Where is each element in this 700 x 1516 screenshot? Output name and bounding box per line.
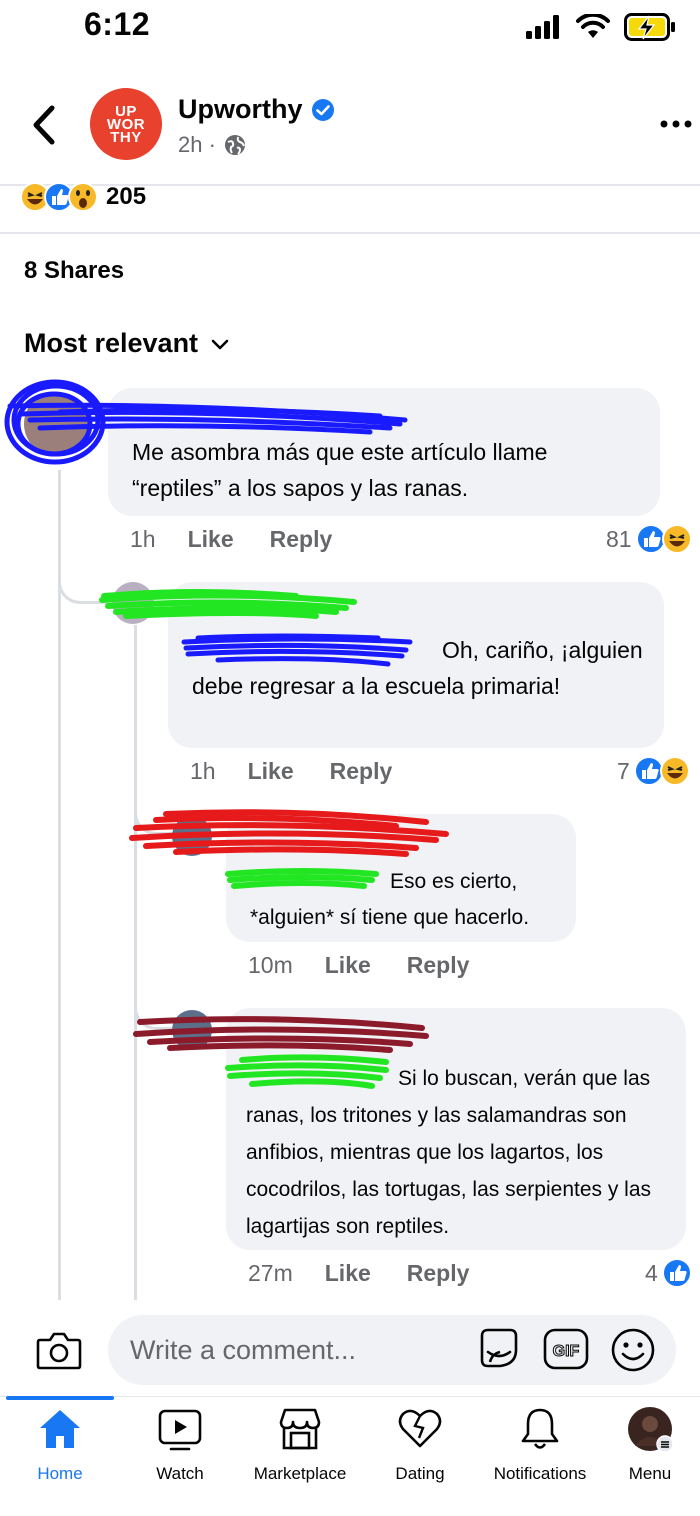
nav-label: Marketplace <box>253 1464 347 1483</box>
name-redaction-scribble <box>133 1016 429 1053</box>
thread-line <box>58 470 61 1300</box>
wifi-icon <box>576 14 610 38</box>
nav-label: Menu <box>628 1464 672 1483</box>
logo-text-line: THY <box>110 128 142 146</box>
like-reaction-icon <box>661 1258 692 1288</box>
post-age: 2h · <box>178 132 216 157</box>
nav-watch[interactable]: Watch <box>120 1406 240 1484</box>
gif-icon[interactable]: GIF <box>543 1328 589 1370</box>
marketplace-store-icon <box>279 1408 321 1450</box>
back-arrow-icon[interactable] <box>28 104 60 146</box>
dating-heart-icon <box>398 1409 442 1448</box>
svg-text:GIF: GIF <box>553 1343 580 1360</box>
comment-time: 1h <box>130 526 156 552</box>
comment-actions: 1h Like Reply <box>130 526 368 553</box>
more-options-icon[interactable] <box>660 118 692 130</box>
comment-time: 10m <box>248 952 293 978</box>
cellular-signal-icon <box>526 15 559 39</box>
comment-input[interactable] <box>108 1315 676 1385</box>
nav-notifications[interactable]: Notifications <box>480 1406 600 1484</box>
emoji-icon[interactable] <box>610 1327 656 1373</box>
verified-badge-icon <box>311 98 334 121</box>
nav-label: Dating <box>395 1464 445 1483</box>
sticker-icon[interactable] <box>476 1326 522 1372</box>
mention-redaction-scribble <box>181 633 413 667</box>
nav-active-indicator <box>6 1396 114 1400</box>
nav-marketplace[interactable]: Marketplace <box>240 1406 360 1484</box>
shares-count[interactable]: 8 Shares <box>24 257 124 285</box>
status-icons <box>526 12 676 42</box>
mention-redaction-scribble <box>225 868 379 889</box>
comment-actions: 10m Like Reply <box>248 952 505 979</box>
like-button[interactable]: Like <box>325 1260 371 1287</box>
sort-label: Most relevant <box>24 328 199 358</box>
comment-reaction-count[interactable]: 4 <box>645 1258 692 1288</box>
page-name[interactable]: Upworthy <box>178 94 335 125</box>
thread-line <box>134 625 137 1300</box>
name-redaction-scribble <box>129 809 449 857</box>
nav-label: Notifications <box>493 1464 587 1483</box>
reply-button[interactable]: Reply <box>407 1260 470 1287</box>
reaction-count: 205 <box>106 183 147 210</box>
profile-menu-avatar-icon <box>628 1407 673 1452</box>
mention-redaction-scribble <box>225 1054 389 1089</box>
nav-menu[interactable]: Menu <box>600 1406 700 1484</box>
page-name-text: Upworthy <box>178 94 303 124</box>
haha-reaction-icon <box>661 524 692 554</box>
reply-button[interactable]: Reply <box>330 758 393 785</box>
wow-reaction-icon <box>68 182 98 212</box>
chevron-down-icon <box>211 339 229 349</box>
haha-reaction-icon <box>659 756 690 786</box>
globe-icon <box>224 135 245 155</box>
name-redaction-scribble <box>4 379 408 465</box>
nav-label: Home <box>37 1464 83 1483</box>
reactions-divider <box>0 232 700 234</box>
status-time: 6:12 <box>84 6 151 42</box>
bell-icon <box>521 1408 559 1449</box>
comment-actions: 27m Like Reply <box>248 1260 505 1287</box>
comment-actions: 1h Like Reply <box>190 758 428 785</box>
comment-reaction-count[interactable]: 81 <box>606 524 692 554</box>
like-button[interactable]: Like <box>325 952 371 979</box>
nav-home[interactable]: Home <box>0 1406 120 1484</box>
nav-label: Watch <box>156 1464 204 1483</box>
reaction-count: 4 <box>645 1259 658 1286</box>
comment-time: 1h <box>190 758 216 784</box>
home-icon <box>40 1410 80 1448</box>
battery-charging-icon <box>624 13 675 41</box>
watch-video-icon <box>158 1409 202 1451</box>
like-button[interactable]: Like <box>248 758 294 785</box>
nav-dating[interactable]: Dating <box>360 1406 480 1484</box>
comment-time: 27m <box>248 1260 293 1286</box>
reactions-summary[interactable]: 205 <box>20 182 146 212</box>
reaction-count: 7 <box>617 757 630 784</box>
reply-button[interactable]: Reply <box>407 952 470 979</box>
page-avatar-logo[interactable]: UP WOR THY <box>90 88 162 160</box>
name-redaction-scribble <box>99 589 357 619</box>
reaction-count: 81 <box>606 525 632 552</box>
post-meta: 2h · <box>178 132 246 158</box>
like-button[interactable]: Like <box>188 526 234 553</box>
camera-icon[interactable] <box>36 1330 82 1370</box>
comment-sort-dropdown[interactable]: Most relevant <box>24 328 230 359</box>
reply-button[interactable]: Reply <box>270 526 333 553</box>
comment-reaction-count[interactable]: 7 <box>617 756 690 786</box>
